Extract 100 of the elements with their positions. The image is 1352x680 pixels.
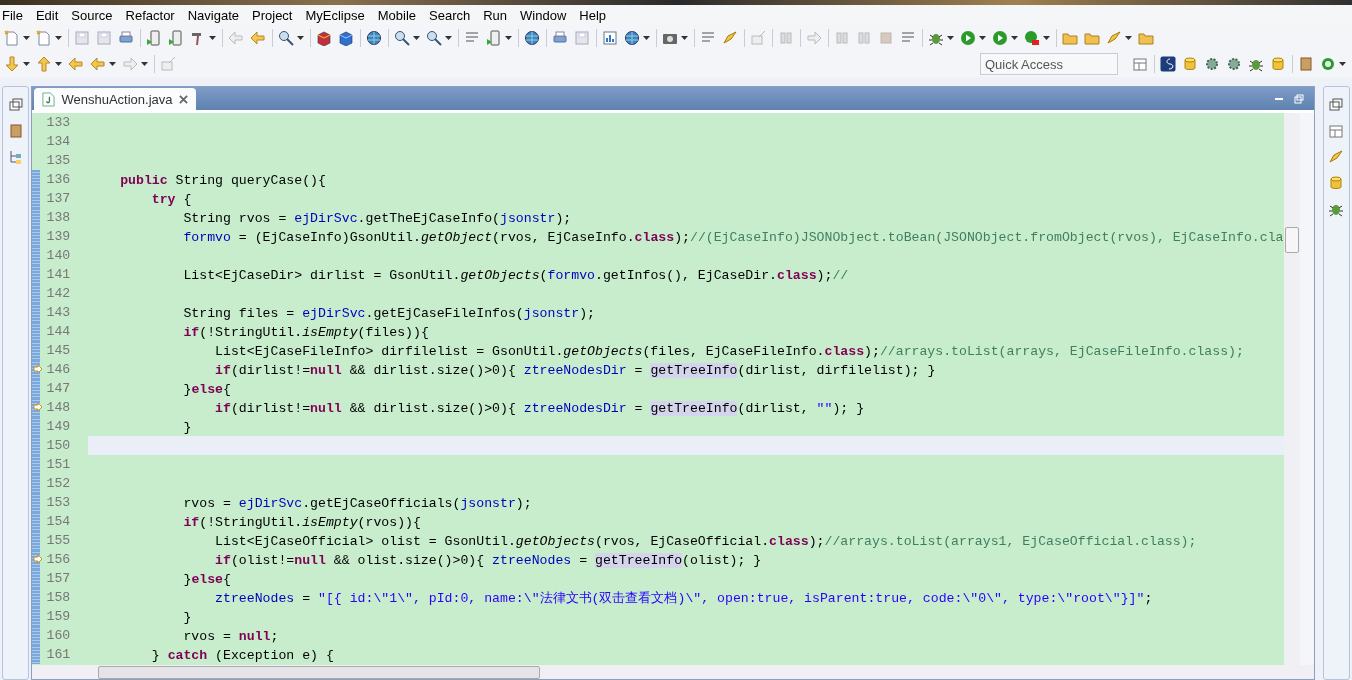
line-number: 144 <box>45 323 72 341</box>
cube-icon[interactable] <box>316 30 332 46</box>
caret-icon[interactable] <box>1125 36 1132 40</box>
horizontal-scrollbar[interactable] <box>32 665 1314 679</box>
package-icon[interactable] <box>7 123 24 139</box>
layout-icon[interactable] <box>1328 123 1345 139</box>
menu-item[interactable]: Edit <box>35 7 66 23</box>
layout-icon[interactable] <box>1132 56 1148 72</box>
line-number: 142 <box>45 285 72 303</box>
menu-item[interactable]: Help <box>579 7 614 23</box>
folder-icon[interactable] <box>1084 30 1100 46</box>
phone-icon[interactable] <box>146 30 162 46</box>
line-number: 146 <box>45 361 72 379</box>
globe-icon[interactable] <box>624 30 640 46</box>
menu-item[interactable]: MyEclipse <box>305 7 372 23</box>
caret-icon[interactable] <box>681 36 688 40</box>
line-number: 141 <box>45 266 72 284</box>
play-icon[interactable] <box>960 30 976 46</box>
globe-icon[interactable] <box>366 30 382 46</box>
menu-item[interactable]: Refactor <box>125 7 182 23</box>
code-line: List<EjCaseOfficial> olist = GsonUtil.getObjects(rvos, EjCaseOfficial.class);//arrays.toList(arrays1, EjCaseOfficial.class); <box>214 534 1197 549</box>
database-icon[interactable] <box>1182 56 1198 72</box>
gear-icon[interactable] <box>1226 56 1242 72</box>
restore-icon[interactable] <box>7 97 24 113</box>
caret-icon[interactable] <box>1043 36 1050 40</box>
gear-icon[interactable] <box>1204 56 1220 72</box>
phone-icon[interactable] <box>168 30 184 46</box>
perspective-icon[interactable] <box>1160 56 1176 72</box>
code-line: if(!StringUtil.isEmpty(files)){ <box>182 325 429 340</box>
printer-icon[interactable] <box>552 30 568 46</box>
caret-icon[interactable] <box>55 62 62 66</box>
menu-item[interactable]: Run <box>483 7 515 23</box>
line-number: 151 <box>45 456 72 474</box>
folder-icon[interactable] <box>1138 30 1154 46</box>
code-line: rvos = null; <box>182 629 279 644</box>
editor-tab[interactable]: WenshuAction.java <box>34 88 196 110</box>
maximize-icon[interactable] <box>1293 93 1304 104</box>
play-icon[interactable] <box>992 30 1008 46</box>
line-number: 157 <box>45 570 72 588</box>
line-number: 155 <box>45 532 72 550</box>
code-line: if(!StringUtil.isEmpty(rvos)){ <box>182 515 421 530</box>
code-line: formvo = (EjCaseInfo)GsonUtil.getObject(rvos, EjCaseInfo.class);//(EjCaseInfo)JSONObject.toBean(JSONObject.fromObject(rvos), EjCaseInfo.cla <box>182 230 1284 245</box>
menu-item[interactable]: Mobile <box>377 7 424 23</box>
globe-icon[interactable] <box>524 30 540 46</box>
line-number: 140 <box>45 247 72 265</box>
line-number: 148 <box>45 399 72 417</box>
chart-icon[interactable] <box>602 30 618 46</box>
code-line: String files = ejDirSvc.getEjCaseFileInfos(jsonstr); <box>182 306 595 321</box>
code-line: }else{ <box>182 382 231 397</box>
folder-icon[interactable] <box>1062 30 1078 46</box>
caret-icon[interactable] <box>1339 62 1346 66</box>
code-line: rvos = ejDirSvc.getEjCaseOfficials(jsonstr); <box>182 496 532 511</box>
close-icon[interactable] <box>178 94 188 104</box>
play-icon[interactable] <box>1024 30 1040 46</box>
caret-icon[interactable] <box>947 36 954 40</box>
line-number: 161 <box>45 646 72 664</box>
line-number: 147 <box>45 380 72 398</box>
left-arrow-icon[interactable] <box>68 56 84 72</box>
left-arrow-icon[interactable] <box>250 30 266 46</box>
code-line: }else{ <box>182 572 231 587</box>
caret-icon[interactable] <box>643 36 650 40</box>
caret-icon[interactable] <box>141 62 148 66</box>
caret-icon[interactable] <box>979 36 986 40</box>
caret-icon[interactable] <box>505 36 512 40</box>
menu-item[interactable]: File <box>2 7 30 23</box>
search-icon[interactable] <box>426 30 442 46</box>
line-number: 136 <box>45 171 72 189</box>
caret-icon[interactable] <box>23 36 30 40</box>
caret-icon[interactable] <box>109 62 116 66</box>
database-icon[interactable] <box>1270 56 1286 72</box>
caret-icon[interactable] <box>413 36 420 40</box>
menu-item[interactable]: Source <box>71 7 120 23</box>
caret-icon[interactable] <box>445 36 452 40</box>
code-line: List<EjCaseFileInfo> dirfilelist = GsonUtil.getObjects(files, EjCaseFileInfo.class);//arrays.toList(arrays, EjCaseFileInfo.class); <box>214 344 1244 359</box>
menu-item[interactable]: Navigate <box>187 7 246 23</box>
menu-item[interactable]: Window <box>520 7 574 23</box>
line-number: 138 <box>45 209 72 227</box>
caret-icon[interactable] <box>23 62 30 66</box>
line-number: 152 <box>45 475 72 493</box>
hierarchy-icon[interactable] <box>7 149 24 165</box>
menu-item[interactable]: Project <box>252 7 300 23</box>
database-icon[interactable] <box>1328 175 1345 191</box>
restore-icon[interactable] <box>1328 97 1345 113</box>
menu-item[interactable]: Search <box>429 7 478 23</box>
line-number: 153 <box>45 494 72 512</box>
caret-icon[interactable] <box>297 36 304 40</box>
code-line: if(olist!=null && olist.size()>0){ ztreeNodes = getTreeInfo(olist); } <box>214 553 762 568</box>
quick-access-field[interactable]: Quick Access <box>980 53 1118 75</box>
caret-icon[interactable] <box>209 36 216 40</box>
line-number: 134 <box>45 133 72 151</box>
cube-icon[interactable] <box>338 30 354 46</box>
search-icon[interactable] <box>278 30 294 46</box>
caret-icon[interactable] <box>1011 36 1018 40</box>
search-icon[interactable] <box>394 30 410 46</box>
line-number: 143 <box>45 304 72 322</box>
code-line: if(dirlist!=null && dirlist.size()>0){ ztreeNodesDir = getTreeInfo(dirlist, dirfilelist); } <box>214 363 936 378</box>
printer-icon[interactable] <box>118 30 134 46</box>
line-number: 160 <box>45 627 72 645</box>
caret-icon[interactable] <box>55 36 62 40</box>
package-icon[interactable] <box>1298 56 1314 72</box>
